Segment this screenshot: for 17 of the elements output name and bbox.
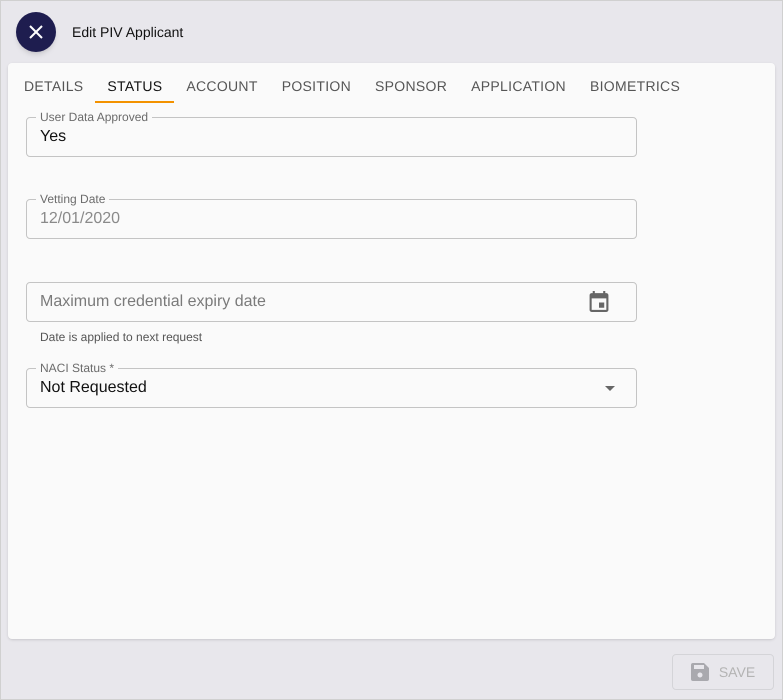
tab[interactable]: POSITION [270, 71, 363, 103]
tab[interactable]: BIOMETRICS [578, 71, 692, 103]
dialog-title: Edit PIV Applicant [72, 22, 184, 42]
field-label: NACI Status * [36, 361, 118, 375]
tab[interactable]: ACCOUNT [174, 71, 270, 103]
dropdown-caret-icon [605, 386, 615, 390]
date-field[interactable]: Maximum credential expiry date [26, 282, 637, 322]
close-icon [29, 25, 43, 39]
field-label: Vetting Date [36, 192, 110, 206]
field-label: User Data Approved [36, 110, 152, 124]
tab[interactable]: SPONSOR [363, 71, 460, 103]
tab[interactable]: DETAILS [12, 71, 96, 103]
tab[interactable]: APPLICATION [459, 71, 578, 103]
close-button[interactable] [16, 12, 56, 52]
tab[interactable]: STATUS [95, 71, 174, 103]
calendar-icon[interactable] [589, 291, 609, 313]
helper-text: Date is applied to next request [40, 329, 204, 346]
